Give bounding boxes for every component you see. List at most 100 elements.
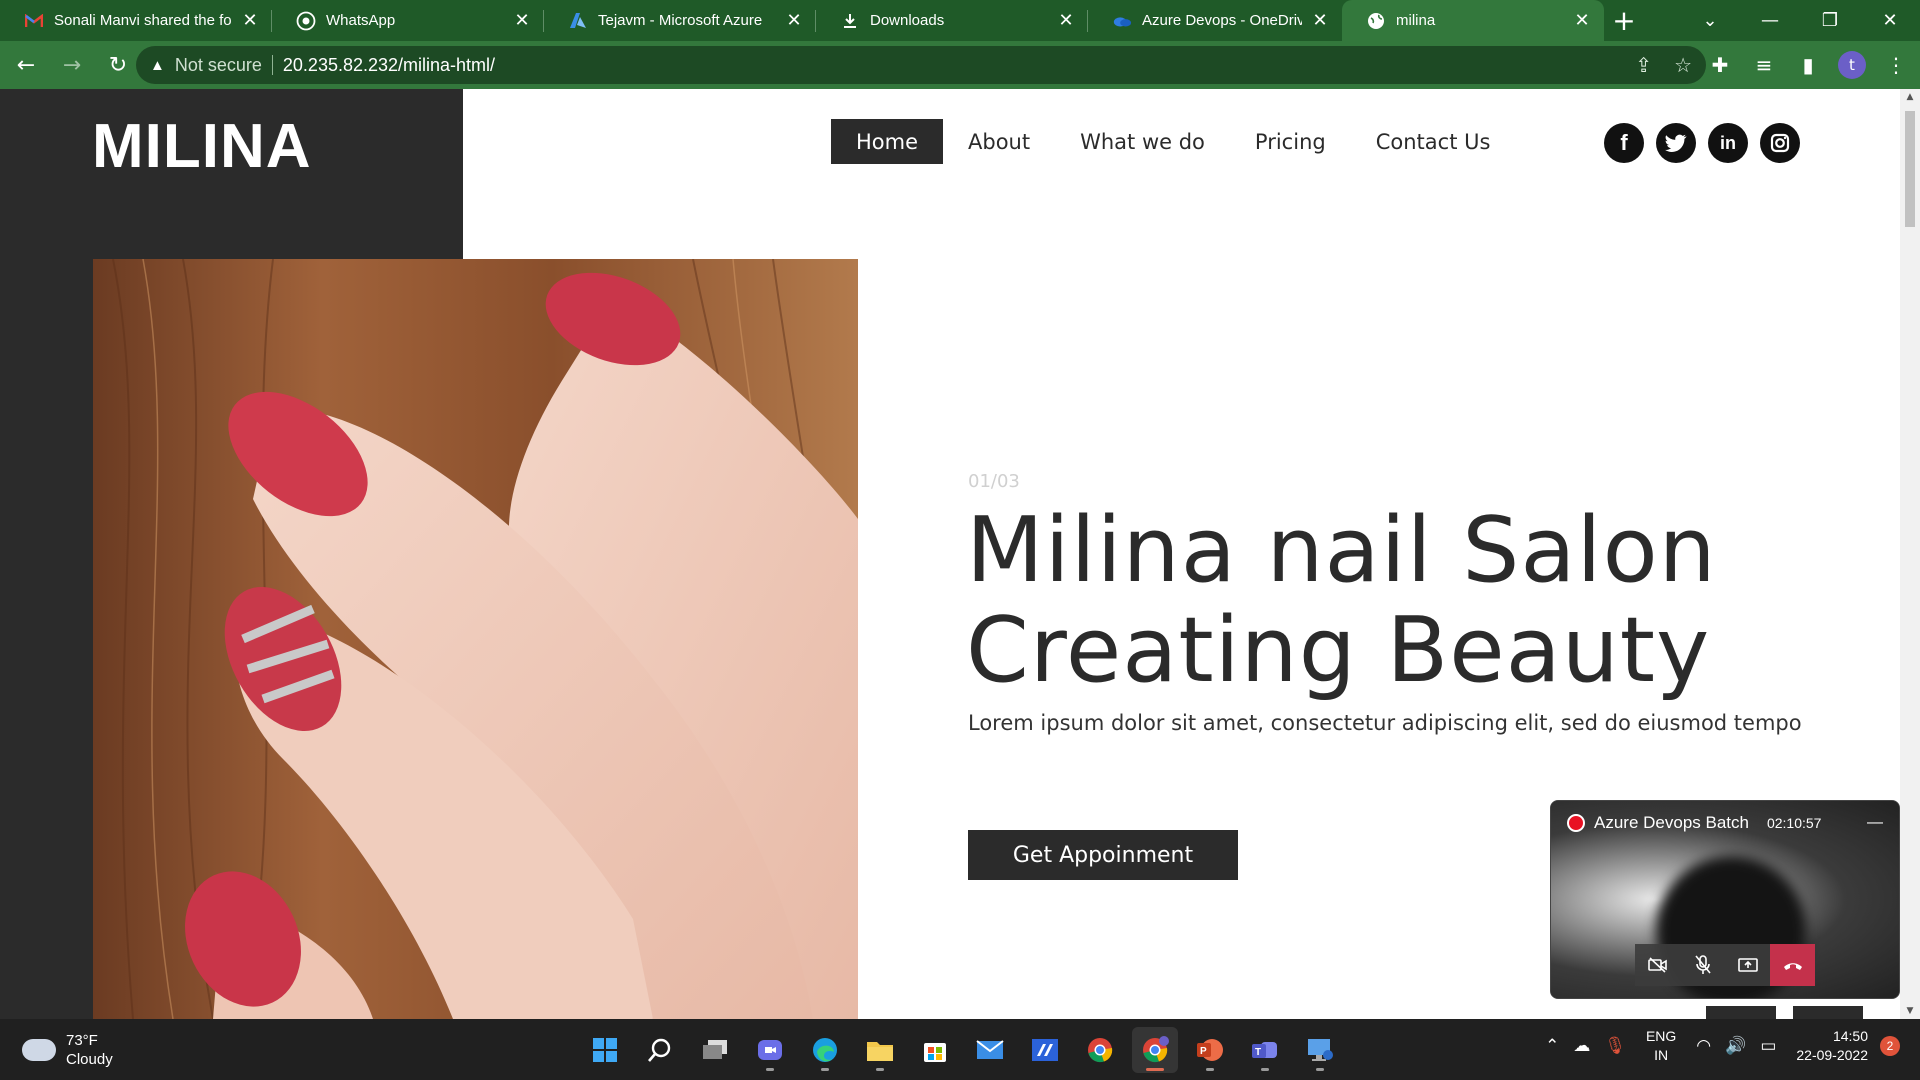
- tab-azure[interactable]: Tejavm - Microsoft Azure ✕: [544, 0, 816, 41]
- menu-item-contact[interactable]: Contact Us: [1351, 119, 1516, 164]
- menu-item-what-we-do[interactable]: What we do: [1055, 119, 1230, 164]
- file-explorer-icon[interactable]: [857, 1027, 903, 1073]
- weather-widget[interactable]: 73°F Cloudy: [22, 1031, 113, 1069]
- restore-icon[interactable]: ❐: [1800, 0, 1860, 41]
- onedrive-tray-icon[interactable]: ☁: [1573, 1036, 1590, 1056]
- powerpoint-icon[interactable]: P: [1187, 1027, 1233, 1073]
- headline-line-1: Milina nail Salon: [966, 498, 1717, 603]
- tab-search-icon[interactable]: ⌄: [1680, 0, 1740, 41]
- tab-title: Azure Devops - OneDrive: [1142, 12, 1302, 29]
- chrome-icon[interactable]: [1077, 1027, 1123, 1073]
- omnibox-actions: ⇪ ☆: [1635, 53, 1692, 78]
- bookmark-star-icon[interactable]: ☆: [1674, 53, 1692, 78]
- side-panel-icon[interactable]: ▮: [1794, 45, 1822, 85]
- close-window-icon[interactable]: ✕: [1860, 0, 1920, 41]
- linkedin-icon[interactable]: in: [1708, 123, 1748, 163]
- minimize-icon[interactable]: —: [1740, 0, 1800, 41]
- search-icon[interactable]: [637, 1027, 683, 1073]
- close-icon[interactable]: ✕: [240, 10, 260, 31]
- hero-headline: Milina nail Salon Creating Beauty: [966, 501, 1717, 701]
- mail-icon[interactable]: [967, 1027, 1013, 1073]
- window-controls: ⌄ — ❐ ✕: [1680, 0, 1920, 41]
- close-icon[interactable]: ✕: [1572, 10, 1592, 31]
- share-icon[interactable]: ⇪: [1635, 53, 1652, 78]
- slider-next-button[interactable]: [1793, 1006, 1863, 1019]
- mic-off-icon[interactable]: [1680, 944, 1725, 986]
- store-icon[interactable]: [912, 1027, 958, 1073]
- clock-date: 22-09-2022: [1796, 1047, 1868, 1063]
- close-icon[interactable]: ✕: [1310, 10, 1330, 31]
- volume-icon[interactable]: 🔊: [1725, 1036, 1746, 1056]
- menu-item-about[interactable]: About: [943, 119, 1055, 164]
- remote-app-icon[interactable]: [1022, 1027, 1068, 1073]
- tray-icons: ⌃ ☁ 🎙: [1545, 1036, 1626, 1056]
- tab-title: milina: [1396, 12, 1436, 29]
- menu-item-pricing[interactable]: Pricing: [1230, 119, 1351, 164]
- page-scrollbar[interactable]: ▲ ▼: [1900, 89, 1920, 1019]
- task-view-icon[interactable]: [692, 1027, 738, 1073]
- share-screen-icon[interactable]: [1725, 944, 1770, 986]
- scrollbar-thumb[interactable]: [1905, 111, 1915, 227]
- get-appointment-button[interactable]: Get Appoinment: [968, 830, 1238, 880]
- extensions-icon[interactable]: ✚: [1706, 45, 1734, 85]
- kebab-menu-icon[interactable]: ⋮: [1882, 45, 1910, 85]
- azure-icon: [568, 11, 588, 31]
- tab-milina[interactable]: milina ✕: [1342, 0, 1604, 41]
- instagram-icon[interactable]: [1760, 123, 1800, 163]
- scroll-down-icon[interactable]: ▼: [1900, 1006, 1920, 1016]
- cloud-icon: [22, 1039, 56, 1061]
- running-indicator: [1261, 1068, 1269, 1071]
- region-code: IN: [1654, 1047, 1669, 1063]
- chevron-up-icon[interactable]: ⌃: [1545, 1036, 1559, 1056]
- battery-icon[interactable]: ▭: [1760, 1036, 1776, 1056]
- camera-off-icon[interactable]: [1635, 944, 1680, 986]
- forward-icon[interactable]: →: [52, 45, 92, 85]
- new-tab-button[interactable]: +: [1604, 0, 1644, 41]
- menu-item-home[interactable]: Home: [831, 119, 944, 164]
- start-icon[interactable]: [582, 1027, 628, 1073]
- close-icon[interactable]: ✕: [784, 10, 804, 31]
- profile-avatar[interactable]: t: [1838, 51, 1866, 79]
- close-icon[interactable]: ✕: [1056, 10, 1076, 31]
- slider-prev-button[interactable]: [1706, 1006, 1776, 1019]
- chat-icon[interactable]: [747, 1027, 793, 1073]
- scroll-up-icon[interactable]: ▲: [1900, 92, 1920, 102]
- svg-text:T: T: [1255, 1047, 1261, 1058]
- whatsapp-icon: [296, 11, 316, 31]
- divider: [271, 55, 273, 75]
- notification-badge[interactable]: 2: [1880, 1036, 1900, 1056]
- wifi-icon[interactable]: ◠: [1696, 1036, 1711, 1056]
- tab-whatsapp[interactable]: WhatsApp ✕: [272, 0, 544, 41]
- close-icon[interactable]: ✕: [512, 10, 532, 31]
- clock[interactable]: 14:50 22-09-2022: [1796, 1027, 1868, 1065]
- running-indicator: [821, 1068, 829, 1071]
- language-indicator[interactable]: ENG IN: [1646, 1027, 1676, 1065]
- tab-onedrive[interactable]: Azure Devops - OneDrive ✕: [1088, 0, 1342, 41]
- edge-icon[interactable]: [802, 1027, 848, 1073]
- status-icons: ◠ 🔊 ▭: [1696, 1036, 1776, 1056]
- reload-icon[interactable]: ↻: [98, 45, 138, 85]
- remote-desktop-icon[interactable]: [1297, 1027, 1343, 1073]
- back-icon[interactable]: ←: [6, 45, 46, 85]
- media-icon[interactable]: ≡: [1750, 45, 1778, 85]
- minimize-call-icon[interactable]: —: [1867, 814, 1883, 832]
- tab-downloads[interactable]: Downloads ✕: [816, 0, 1088, 41]
- running-indicator: [876, 1068, 884, 1071]
- site-logo[interactable]: MILINA: [92, 111, 312, 182]
- twitter-icon[interactable]: [1656, 123, 1696, 163]
- language-code: ENG: [1645, 1028, 1677, 1044]
- teams-icon[interactable]: T: [1242, 1027, 1288, 1073]
- tab-gmail[interactable]: Sonali Manvi shared the fol ✕: [0, 0, 272, 41]
- hang-up-icon[interactable]: [1770, 944, 1815, 986]
- taskbar: 73°F Cloudy P T ⌃ ☁ 🎙 ENG IN ◠ 🔊 ▭ 14:50…: [0, 1019, 1920, 1080]
- system-tray: ⌃ ☁ 🎙 ENG IN ◠ 🔊 ▭ 14:50 22-09-2022 2: [1545, 1027, 1900, 1065]
- clock-time: 14:50: [1832, 1028, 1868, 1044]
- security-label: Not secure: [174, 54, 262, 75]
- chrome-profile-icon[interactable]: [1132, 1027, 1178, 1073]
- address-bar[interactable]: ▲ Not secure 20.235.82.232/milina-html/ …: [136, 46, 1706, 84]
- facebook-icon[interactable]: f: [1604, 123, 1644, 163]
- call-window[interactable]: Azure Devops Batch 02:10:57 —: [1550, 800, 1900, 999]
- tab-strip: Sonali Manvi shared the fol ✕ WhatsApp ✕…: [0, 0, 1920, 41]
- tab-title: WhatsApp: [326, 12, 396, 29]
- microphone-icon[interactable]: 🎙: [1604, 1036, 1626, 1056]
